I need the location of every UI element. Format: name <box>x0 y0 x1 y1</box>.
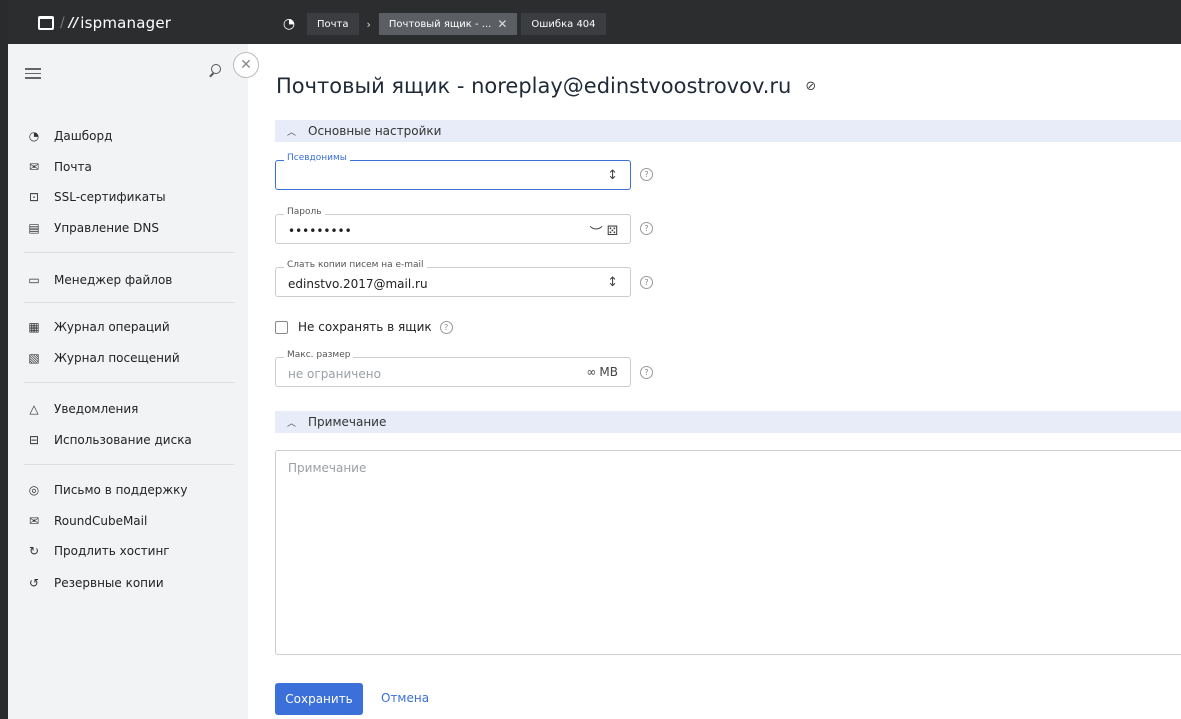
aliases-field[interactable]: Псевдонимы ↕ <box>275 153 631 190</box>
operations-log-icon: ▦ <box>28 320 40 334</box>
password-field[interactable]: Пароль ••••••••• ︶ ⚄ <box>275 207 631 244</box>
sidebar-item-visits-log[interactable]: ▧ Журнал посещений <box>27 348 179 368</box>
tab-bar: ◔ Почта › Почтовый ящик - ... ✕ Ошибка 4… <box>275 13 606 35</box>
no-save-checkbox[interactable] <box>275 320 288 334</box>
sidebar-item-disk-usage[interactable]: ⊟ Использование диска <box>27 430 192 450</box>
main-content: Почтовый ящик - noreplay@edinstvoostrovo… <box>248 44 1181 719</box>
chevron-up-icon: ︿ <box>287 418 297 429</box>
resize-icon[interactable]: ↕ <box>607 168 618 183</box>
section-note[interactable]: ︿ Примечание <box>275 411 1181 433</box>
refresh-icon: ↻ <box>28 544 40 558</box>
generate-password-icon[interactable]: ⚄ <box>607 224 618 239</box>
help-icon[interactable]: ? <box>640 276 653 289</box>
sidebar-item-operations-log[interactable]: ▦ Журнал операций <box>27 317 169 337</box>
visits-log-icon: ▧ <box>28 351 40 365</box>
window-logo-icon <box>38 16 54 30</box>
max-size-field[interactable]: Макс. размер не ограничено ∞ MB <box>275 350 631 387</box>
help-icon[interactable]: ? <box>640 366 653 379</box>
sidebar-item-file-manager[interactable]: ▭ Менеджер файлов <box>27 270 172 290</box>
tab-mail[interactable]: Почта <box>307 13 359 35</box>
bell-icon: △ <box>29 402 39 416</box>
divider <box>24 464 234 465</box>
link-icon[interactable]: ⊘ <box>805 79 816 94</box>
show-password-icon[interactable]: ︶ <box>590 222 603 241</box>
size-unit: MB <box>599 365 618 379</box>
mail-icon: ✉ <box>28 514 40 528</box>
close-icon[interactable]: ✕ <box>497 17 507 31</box>
sidebar-item-roundcube[interactable]: ✉ RoundCubeMail <box>27 511 147 531</box>
search-icon[interactable] <box>208 64 222 78</box>
page-title: Почтовый ящик - noreplay@edinstvoostrovo… <box>276 74 817 98</box>
sidebar-item-ssl[interactable]: ⊡ SSL-сертификаты <box>27 187 166 207</box>
chevron-up-icon: ︿ <box>287 127 297 138</box>
help-icon[interactable]: ? <box>640 168 653 181</box>
sidebar-item-dashboard[interactable]: ◔ Дашборд <box>27 126 113 146</box>
divider <box>24 302 234 303</box>
dashboard-tab-icon[interactable]: ◔ <box>275 13 303 35</box>
section-main-settings[interactable]: ︿ Основные настройки <box>275 120 1181 142</box>
no-save-checkbox-row[interactable]: Не сохранять в ящик ? <box>275 320 453 334</box>
sidebar: ◔ Дашборд ✉ Почта ⊡ SSL-сертификаты ▤ Уп… <box>8 44 248 719</box>
sidebar-item-renew-hosting[interactable]: ↻ Продлить хостинг <box>27 541 170 561</box>
backup-icon: ↺ <box>28 576 40 590</box>
collapse-sidebar-button[interactable]: ✕ <box>233 52 259 78</box>
note-textarea[interactable]: Примечание <box>275 450 1181 655</box>
sidebar-item-notifications[interactable]: △ Уведомления <box>27 399 138 419</box>
cancel-button[interactable]: Отмена <box>381 691 429 705</box>
logo[interactable]: / // ispmanager <box>38 12 171 34</box>
brand-mark-icon: // <box>68 15 79 31</box>
mail-icon: ✉ <box>28 160 40 174</box>
dashboard-icon: ◔ <box>28 129 40 143</box>
tab-error-404[interactable]: Ошибка 404 <box>521 13 606 35</box>
support-icon: ◎ <box>28 483 40 497</box>
top-bar: / // ispmanager ◔ Почта › Почтовый ящик … <box>8 0 1181 44</box>
sidebar-item-mail[interactable]: ✉ Почта <box>27 157 92 177</box>
window-frame-left <box>0 0 8 719</box>
divider <box>24 252 234 253</box>
lock-icon: ⊡ <box>28 190 40 204</box>
menu-icon[interactable] <box>25 68 41 82</box>
divider <box>24 382 234 383</box>
brand-name: ispmanager <box>80 14 172 32</box>
sidebar-item-backups[interactable]: ↺ Резервные копии <box>27 573 164 593</box>
dns-icon: ▤ <box>28 221 40 235</box>
save-button[interactable]: Сохранить <box>275 683 363 715</box>
disk-icon: ⊟ <box>28 433 40 447</box>
help-icon[interactable]: ? <box>640 222 653 235</box>
infinity-icon[interactable]: ∞ <box>586 365 596 379</box>
folder-icon: ▭ <box>28 273 40 287</box>
forward-email-field[interactable]: Слать копии писем на e-mail edinstvo.201… <box>275 260 631 297</box>
help-icon[interactable]: ? <box>439 320 453 334</box>
tab-mailbox[interactable]: Почтовый ящик - ... ✕ <box>378 13 518 35</box>
resize-icon[interactable]: ↕ <box>607 275 618 290</box>
sidebar-item-dns[interactable]: ▤ Управление DNS <box>27 218 159 238</box>
chevron-right-icon: › <box>366 17 371 31</box>
sidebar-item-support[interactable]: ◎ Письмо в поддержку <box>27 480 188 500</box>
